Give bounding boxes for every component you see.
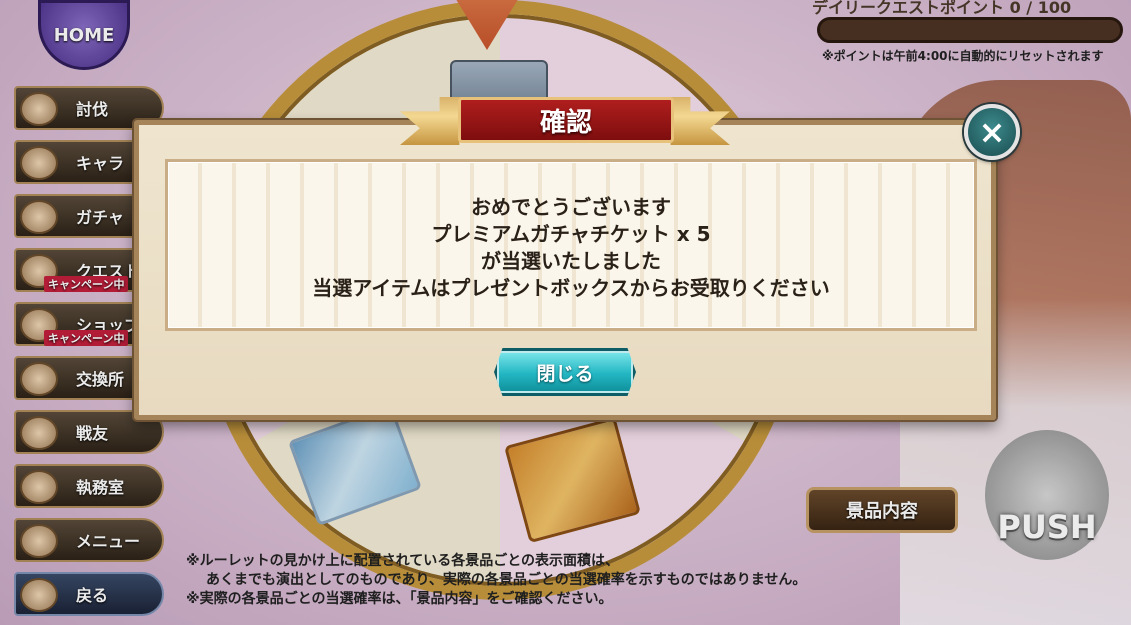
- close-button-label: 閉じる: [536, 362, 594, 385]
- message-line: プレミアムガチャチケット x 5: [431, 222, 711, 246]
- dialog-title: 確認: [458, 97, 674, 143]
- message-line: 当選アイテムはプレゼントボックスからお受取りください: [312, 276, 830, 300]
- close-dialog-button[interactable]: 閉じる: [494, 348, 636, 396]
- message-line: が当選いたしました: [481, 249, 661, 273]
- close-icon[interactable]: ×: [964, 104, 1020, 160]
- dialog-message: おめでとうございます プレミアムガチャチケット x 5 が当選いたしました 当選…: [168, 194, 974, 302]
- dialog-message-panel: おめでとうございます プレミアムガチャチケット x 5 が当選いたしました 当選…: [165, 159, 977, 331]
- message-line: おめでとうございます: [471, 195, 671, 219]
